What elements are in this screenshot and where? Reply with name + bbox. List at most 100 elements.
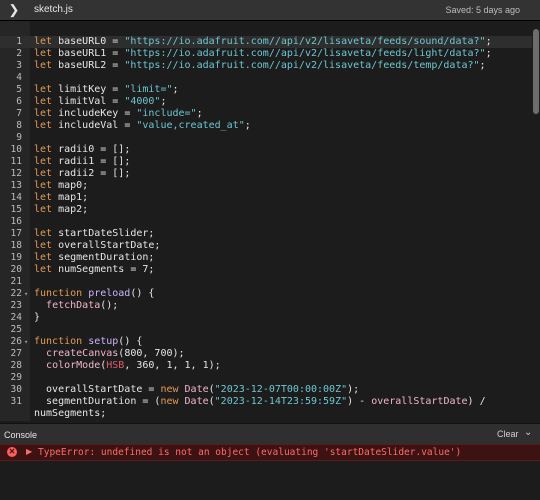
line-number: 21 — [10, 276, 22, 287]
code-line[interactable]: 29 — [0, 372, 532, 384]
clear-console-button[interactable]: Clear — [497, 429, 519, 439]
code-token: ; — [172, 84, 179, 95]
code-token: createCanvas — [46, 348, 119, 359]
code-token: let — [34, 228, 59, 239]
code-line[interactable]: 2 let baseURL1 = "https://io.adafruit.com… — [0, 48, 532, 60]
code-text: let baseURL2 = "https://io.adafruit.com/… — [34, 60, 486, 72]
code-token: let — [34, 108, 59, 119]
code-line[interactable]: 4 — [0, 72, 532, 84]
code-line[interactable]: 10 let radii0 = []; — [0, 144, 532, 156]
code-token: map1; — [58, 192, 89, 203]
code-token: (800, 700); — [118, 348, 185, 359]
code-text: let segmentDuration; — [34, 252, 154, 264]
code-token: map2; — [58, 204, 89, 215]
console-output: ✕ ▶ TypeError: undefined is not an objec… — [0, 444, 540, 500]
code-line[interactable]: 20 let numSegments = 7; — [0, 264, 532, 276]
code-text: let map0; — [34, 180, 88, 192]
code-token: map0; — [58, 180, 89, 191]
code-line[interactable]: 26 ▾ function setup() { — [0, 336, 532, 348]
code-line[interactable]: 8 let includeVal = "value,created_at"; — [0, 120, 532, 132]
code-line[interactable]: 1 let baseURL0 = "https://io.adafruit.com… — [0, 36, 532, 48]
code-text-wrapped: numSegments; — [34, 408, 107, 419]
code-token: , 360, 1, 1, 1); — [124, 360, 221, 371]
chevron-right-icon[interactable]: ❯ — [4, 1, 24, 19]
code-text: function preload() { — [34, 288, 154, 300]
code-line[interactable]: 19 let segmentDuration; — [0, 252, 532, 264]
code-line[interactable]: 9 — [0, 132, 532, 144]
line-number: 20 — [10, 264, 22, 275]
code-line[interactable]: 6 let limitVal = "4000"; — [0, 96, 532, 108]
code-text: let limitKey = "limit="; — [34, 84, 179, 96]
code-line[interactable]: 3 let baseURL2 = "https://io.adafruit.com… — [0, 60, 532, 72]
code-text: let baseURL1 = "https://io.adafruit.com/… — [34, 48, 492, 60]
chevron-down-icon[interactable]: ⌄ — [524, 427, 532, 438]
code-line[interactable]: 16 — [0, 216, 532, 228]
code-text: colorMode(HSB, 360, 1, 1, 1); — [34, 360, 221, 372]
code-line[interactable]: 7 let includeKey = "include="; — [0, 108, 532, 120]
code-line[interactable]: 28 colorMode(HSB, 360, 1, 1, 1); — [0, 360, 532, 372]
code-token: let — [34, 96, 59, 107]
code-token: startDateSlider; — [58, 228, 155, 239]
code-token: limitKey = — [58, 84, 125, 95]
error-circle-icon: ✕ — [7, 447, 17, 457]
code-line[interactable]: 25 — [0, 324, 532, 336]
code-line[interactable]: 21 — [0, 276, 532, 288]
triangle-right-icon[interactable]: ▶ — [26, 447, 32, 456]
code-token: "https://io.adafruit.com//api/v2/lisavet… — [124, 60, 480, 71]
code-token: fetchData — [46, 300, 101, 311]
code-token: () { — [118, 336, 143, 347]
line-number: 11 — [10, 156, 22, 167]
code-lines[interactable]: 1 let baseURL0 = "https://io.adafruit.com… — [0, 36, 532, 421]
saved-status: Saved: 5 days ago — [445, 5, 520, 15]
code-line[interactable]: 17 let startDateSlider; — [0, 228, 532, 240]
code-token: HSB — [106, 360, 125, 371]
line-number: 23 — [10, 300, 22, 311]
code-token: segmentDuration = ( — [34, 396, 161, 407]
code-line[interactable]: 31 segmentDuration = (new Date("2023-12-… — [0, 396, 532, 420]
editor-scrollbar-thumb[interactable] — [533, 29, 539, 114]
code-line[interactable]: 12 let radii2 = []; — [0, 168, 532, 180]
code-text: let includeKey = "include="; — [34, 108, 203, 120]
code-token: let — [34, 168, 59, 179]
line-number: 12 — [10, 168, 22, 179]
line-number: 13 — [10, 180, 22, 191]
line-number: 25 — [10, 324, 22, 335]
code-line[interactable]: 14 let map1; — [0, 192, 532, 204]
fold-arrow-icon[interactable]: ▾ — [24, 288, 28, 300]
code-line[interactable]: 22 ▾ function preload() { — [0, 288, 532, 300]
code-token: overallStartDate; — [58, 240, 161, 251]
code-text: let limitVal = "4000"; — [34, 96, 166, 108]
code-line[interactable]: 23 fetchData(); — [0, 300, 532, 312]
code-line[interactable]: 15 let map2; — [0, 204, 532, 216]
code-token: let — [34, 48, 59, 59]
code-line[interactable]: 27 createCanvas(800, 700); — [0, 348, 532, 360]
editor-header: ❯ sketch.js Saved: 5 days ago — [0, 0, 540, 21]
code-line[interactable]: 32 — [0, 420, 532, 421]
file-name[interactable]: sketch.js — [34, 4, 73, 15]
code-line[interactable]: 24} — [0, 312, 532, 324]
code-token: limitVal = — [58, 96, 125, 107]
code-token: let — [34, 60, 59, 71]
code-text: function setup() { — [34, 336, 142, 348]
code-token: () { — [130, 288, 155, 299]
code-token: segmentDuration; — [58, 252, 155, 263]
code-text: let map2; — [34, 204, 88, 216]
code-editor[interactable]: 1 let baseURL0 = "https://io.adafruit.com… — [0, 21, 540, 421]
code-token: radii0 = []; — [58, 144, 131, 155]
code-line[interactable]: 13 let map0; — [0, 180, 532, 192]
code-line[interactable]: 11 let radii1 = []; — [0, 156, 532, 168]
code-line[interactable]: 18 let overallStartDate; — [0, 240, 532, 252]
code-line[interactable]: 30 overallStartDate = new Date("2023-12-… — [0, 384, 532, 396]
code-token: let — [34, 120, 59, 131]
line-number: 24 — [10, 312, 22, 323]
code-token: function — [34, 288, 89, 299]
code-line[interactable]: 5 let limitKey = "limit="; — [0, 84, 532, 96]
code-text: let startDateSlider; — [34, 228, 154, 240]
line-number: 22 — [10, 288, 22, 299]
code-text: fetchData(); — [34, 300, 118, 312]
line-number: 29 — [10, 372, 22, 383]
console-error-row[interactable]: ✕ ▶ TypeError: undefined is not an objec… — [0, 444, 540, 461]
fold-arrow-icon[interactable]: ▾ — [24, 336, 28, 348]
